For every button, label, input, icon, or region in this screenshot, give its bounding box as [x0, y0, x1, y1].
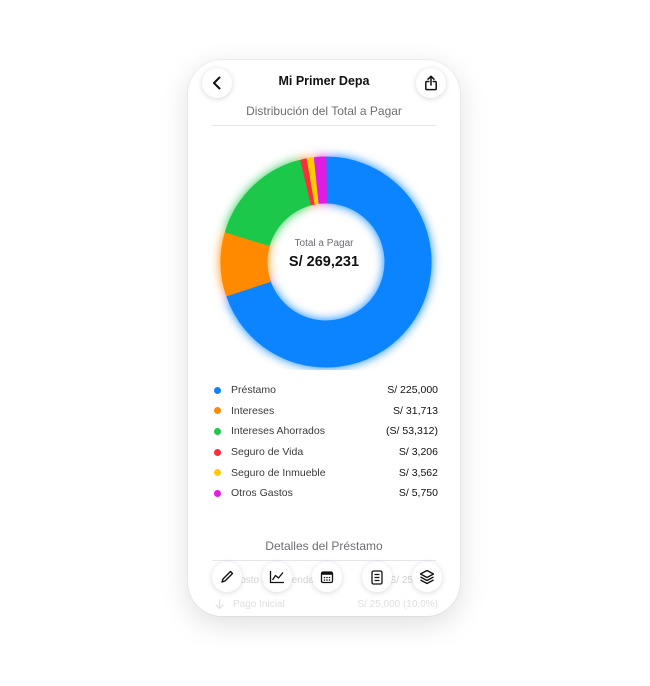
share-button[interactable] — [416, 68, 446, 98]
detail-value: S/ 25,000 (10.0%) — [357, 599, 438, 610]
chart-button[interactable] — [262, 562, 292, 592]
legend-value: S/ 225,000 — [387, 384, 438, 397]
legend-dot — [214, 427, 221, 435]
legend-item-seguro-vida: Seguro de Vida S/ 3,206 — [214, 442, 438, 463]
legend-label: Seguro de Vida — [231, 446, 304, 459]
section-title: Detalles del Préstamo — [265, 539, 383, 553]
legend-label: Otros Gastos — [231, 487, 293, 500]
legend-dot — [214, 489, 221, 497]
chart-legend: Préstamo S/ 225,000 Intereses S/ 31,713 … — [214, 380, 438, 504]
layers-icon — [419, 569, 435, 585]
document-icon — [371, 569, 383, 585]
share-icon — [425, 75, 437, 91]
calendar-button[interactable] — [312, 562, 342, 592]
document-button[interactable] — [362, 562, 392, 592]
arrow-down-icon — [215, 599, 224, 610]
donut-slice-2 — [225, 159, 313, 246]
legend-label: Intereses Ahorrados — [231, 425, 325, 438]
legend-item-intereses-ahorrados: Intereses Ahorrados (S/ 53,312) — [214, 421, 438, 442]
legend-dot — [214, 407, 221, 415]
total-label: Total a Pagar — [294, 238, 354, 249]
legend-dot — [214, 448, 221, 456]
legend-item-prestamo: Préstamo S/ 225,000 — [214, 380, 438, 401]
pencil-icon — [221, 570, 234, 583]
legend-value: S/ 3,562 — [398, 466, 438, 479]
calendar-icon — [320, 571, 334, 584]
detail-label: Pago Inicial — [233, 599, 285, 610]
legend-label: Seguro de Inmueble — [231, 466, 326, 479]
legend-dot — [214, 386, 221, 394]
edit-button[interactable] — [212, 562, 242, 592]
legend-item-otros-gastos: Otros Gastos S/ 5,750 — [214, 483, 438, 504]
line-chart-icon — [269, 571, 284, 584]
detail-row-pago-inicial: Pago Inicial S/ 25,000 (10.0%) — [214, 599, 438, 610]
layers-button[interactable] — [412, 562, 442, 592]
legend-item-intereses: Intereses S/ 31,713 — [214, 401, 438, 422]
legend-value: S/ 3,206 — [398, 446, 438, 459]
legend-value: S/ 5,750 — [398, 487, 438, 500]
phone-screen: Mi Primer Depa Distribución del Total a … — [188, 60, 460, 616]
chart-subtitle: Distribución del Total a Pagar — [246, 104, 402, 118]
legend-item-seguro-inmueble: Seguro de Inmueble S/ 3,562 — [214, 462, 438, 483]
total-value: S/ 269,231 — [288, 254, 360, 270]
bottom-toolbar — [212, 560, 442, 594]
legend-dot — [214, 469, 221, 477]
divider — [212, 125, 436, 126]
legend-value: S/ 31,713 — [393, 404, 438, 417]
legend-value: (S/ 53,312) — [386, 425, 438, 438]
legend-label: Intereses — [231, 404, 275, 417]
legend-label: Préstamo — [231, 384, 276, 397]
